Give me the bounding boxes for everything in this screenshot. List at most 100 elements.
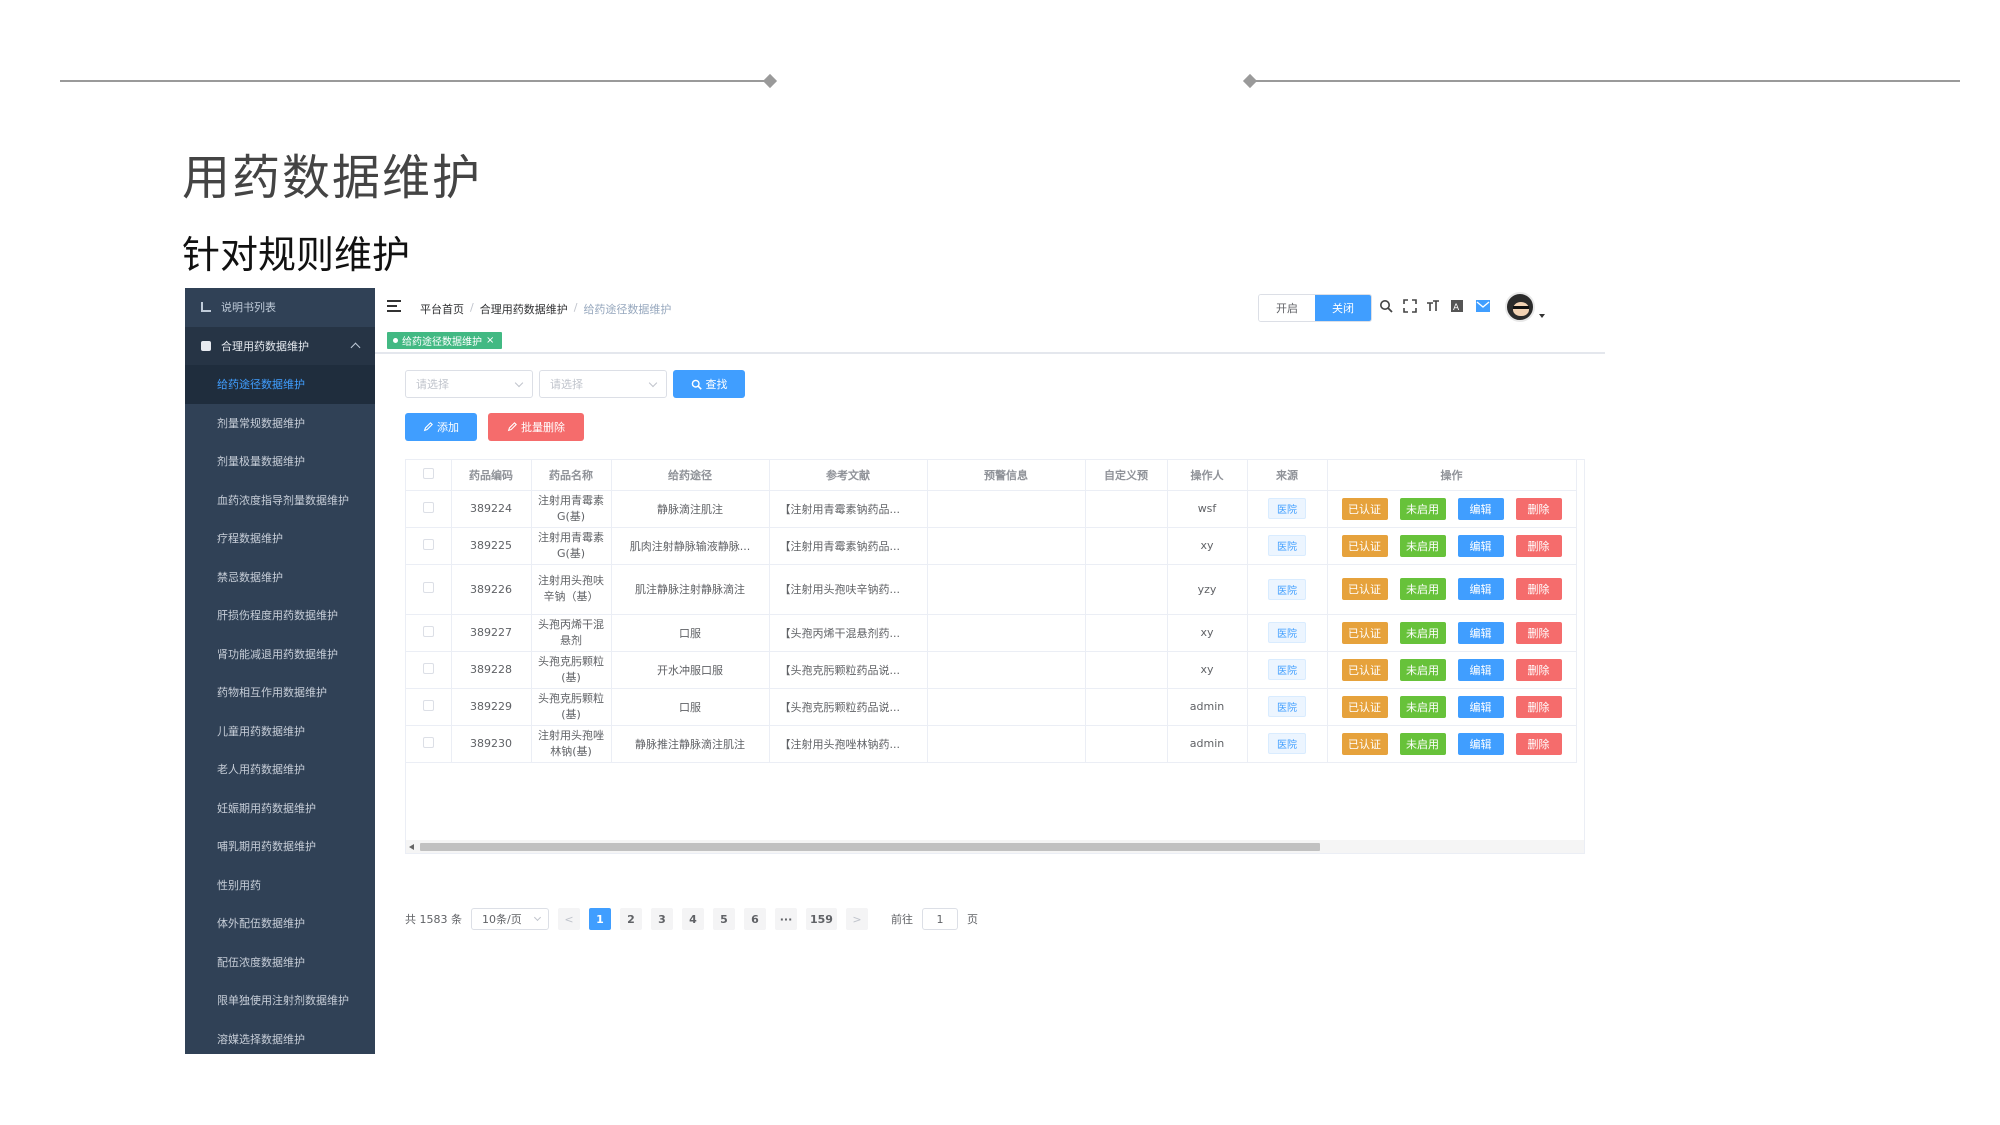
- row-checkbox[interactable]: [422, 582, 434, 593]
- sidebar-item[interactable]: 配伍浓度数据维护: [185, 943, 375, 982]
- scroll-left-icon[interactable]: [409, 844, 414, 850]
- breadcrumb-home[interactable]: 平台首页: [420, 301, 464, 317]
- row-checkbox-cell[interactable]: [406, 725, 452, 763]
- translate-icon[interactable]: A: [1448, 299, 1466, 317]
- row-checkbox[interactable]: [422, 736, 434, 748]
- certified-button[interactable]: 已认证: [1341, 695, 1388, 718]
- certified-button[interactable]: 已认证: [1341, 497, 1388, 520]
- breadcrumb-section[interactable]: 合理用药数据维护: [480, 301, 568, 317]
- page-button[interactable]: 2: [620, 908, 642, 930]
- font-size-icon[interactable]: [1424, 299, 1442, 317]
- sidebar-item[interactable]: 肾功能减退用药数据维护: [185, 635, 375, 674]
- mail-icon[interactable]: [1474, 299, 1492, 317]
- edit-button[interactable]: 编辑: [1457, 578, 1504, 600]
- toggle-on-button[interactable]: 开启: [1259, 295, 1315, 321]
- sidebar-item[interactable]: 性别用药: [185, 866, 375, 905]
- next-page-button[interactable]: >: [845, 908, 868, 930]
- not-enabled-button[interactable]: 未启用: [1399, 621, 1446, 644]
- tag-close-icon[interactable]: ×: [486, 335, 494, 346]
- delete-button[interactable]: 删除: [1515, 534, 1562, 557]
- certified-button[interactable]: 已认证: [1341, 534, 1388, 557]
- cell-code: 389228: [451, 651, 532, 689]
- fullscreen-icon[interactable]: [1401, 299, 1419, 317]
- page-button[interactable]: 159: [806, 908, 837, 930]
- add-button[interactable]: 添加: [405, 413, 477, 441]
- sidebar-item[interactable]: 限单独使用注射剂数据维护: [185, 981, 375, 1020]
- row-checkbox[interactable]: [422, 625, 434, 637]
- page-button[interactable]: 1: [589, 908, 611, 930]
- batch-delete-button[interactable]: 批量删除: [488, 413, 584, 441]
- certified-button[interactable]: 已认证: [1341, 658, 1388, 681]
- not-enabled-button[interactable]: 未启用: [1399, 732, 1446, 755]
- toggle-off-button[interactable]: 关闭: [1315, 295, 1371, 321]
- not-enabled-button[interactable]: 未启用: [1399, 497, 1446, 520]
- row-checkbox-cell[interactable]: [406, 651, 452, 689]
- row-checkbox-cell[interactable]: [406, 688, 452, 726]
- certified-button[interactable]: 已认证: [1341, 732, 1388, 755]
- sidebar-item[interactable]: 溶媒选择数据维护: [185, 1020, 375, 1055]
- delete-button[interactable]: 删除: [1515, 658, 1562, 681]
- row-checkbox-cell[interactable]: [406, 490, 452, 528]
- page-button[interactable]: 3: [651, 908, 673, 930]
- edit-button[interactable]: 编辑: [1457, 732, 1504, 755]
- not-enabled-button[interactable]: 未启用: [1399, 578, 1446, 600]
- sidebar-item[interactable]: 肝损伤程度用药数据维护: [185, 596, 375, 635]
- row-checkbox[interactable]: [422, 538, 434, 550]
- sidebar-item[interactable]: 剂量常规数据维护: [185, 404, 375, 443]
- sidebar-item[interactable]: 禁忌数据维护: [185, 558, 375, 597]
- tag-active[interactable]: 给药途径数据维护 ×: [387, 332, 503, 349]
- edit-button[interactable]: 编辑: [1457, 621, 1504, 644]
- sidebar-item[interactable]: 血药浓度指导剂量数据维护: [185, 481, 375, 520]
- sidebar-item[interactable]: 体外配伍数据维护: [185, 904, 375, 943]
- not-enabled-button[interactable]: 未启用: [1399, 534, 1446, 557]
- hamburger-icon[interactable]: [387, 300, 401, 312]
- sidebar-item-manual-list[interactable]: 说明书列表: [185, 288, 375, 327]
- column-header: 药品编码: [451, 460, 532, 491]
- certified-button[interactable]: 已认证: [1341, 621, 1388, 644]
- certified-button[interactable]: 已认证: [1341, 578, 1388, 600]
- caret-down-icon[interactable]: [1539, 314, 1545, 318]
- row-checkbox[interactable]: [422, 501, 434, 513]
- sidebar-item[interactable]: 药物相互作用数据维护: [185, 673, 375, 712]
- not-enabled-button[interactable]: 未启用: [1399, 695, 1446, 718]
- delete-button[interactable]: 删除: [1515, 497, 1562, 520]
- row-checkbox-cell[interactable]: [406, 564, 452, 615]
- filter-select-1[interactable]: 请选择: [405, 370, 533, 398]
- search-icon[interactable]: [1377, 299, 1395, 317]
- page-size-select[interactable]: 10条/页: [471, 908, 549, 930]
- delete-button[interactable]: 删除: [1515, 732, 1562, 755]
- filter-select-2[interactable]: 请选择: [539, 370, 667, 398]
- sidebar-item[interactable]: 哺乳期用药数据维护: [185, 827, 375, 866]
- sidebar-item[interactable]: 老人用药数据维护: [185, 750, 375, 789]
- edit-button[interactable]: 编辑: [1457, 497, 1504, 520]
- horizontal-scroll-thumb[interactable]: [420, 843, 1320, 851]
- header-checkbox-cell[interactable]: [406, 460, 452, 491]
- sidebar-item[interactable]: 妊娠期用药数据维护: [185, 789, 375, 828]
- goto-page-input[interactable]: 1: [921, 908, 958, 930]
- sidebar-item[interactable]: 疗程数据维护: [185, 519, 375, 558]
- page-button[interactable]: 4: [682, 908, 704, 930]
- delete-button[interactable]: 删除: [1515, 621, 1562, 644]
- prev-page-button[interactable]: <: [558, 908, 580, 930]
- sidebar-group-rational-drug[interactable]: 合理用药数据维护: [185, 326, 375, 365]
- page-button[interactable]: 6: [744, 908, 766, 930]
- edit-button[interactable]: 编辑: [1457, 658, 1504, 681]
- row-checkbox[interactable]: [422, 662, 434, 674]
- sidebar-item[interactable]: 儿童用药数据维护: [185, 712, 375, 751]
- edit-button[interactable]: 编辑: [1457, 534, 1504, 557]
- page-button[interactable]: 5: [713, 908, 735, 930]
- select-all-checkbox[interactable]: [422, 467, 434, 479]
- row-checkbox[interactable]: [422, 699, 434, 711]
- user-avatar[interactable]: [1505, 292, 1535, 322]
- row-checkbox-cell[interactable]: [406, 527, 452, 565]
- row-checkbox-cell[interactable]: [406, 614, 452, 652]
- sidebar-item[interactable]: 剂量极量数据维护: [185, 442, 375, 481]
- horizontal-scrollbar[interactable]: [406, 840, 1584, 853]
- page-button[interactable]: ···: [775, 908, 797, 930]
- delete-button[interactable]: 删除: [1515, 578, 1562, 600]
- search-button[interactable]: 查找: [673, 370, 745, 398]
- delete-button[interactable]: 删除: [1515, 695, 1562, 718]
- sidebar-item[interactable]: 给药途径数据维护: [185, 365, 375, 404]
- not-enabled-button[interactable]: 未启用: [1399, 658, 1446, 681]
- edit-button[interactable]: 编辑: [1457, 695, 1504, 718]
